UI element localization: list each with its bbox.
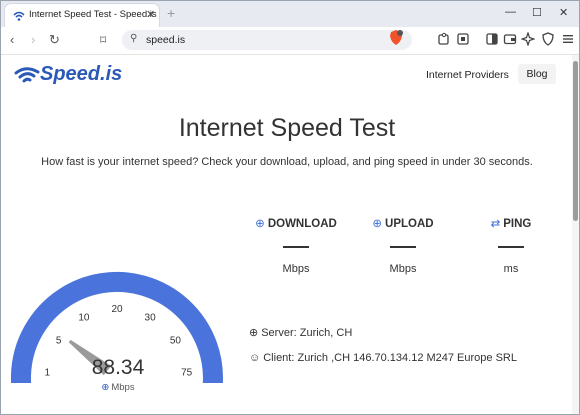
bookmark-icon[interactable]: ⌑ xyxy=(100,32,106,48)
speed-unit-label: Mbps xyxy=(111,382,135,393)
leo-ai-icon[interactable] xyxy=(521,32,535,46)
web-page: Speed.is Internet Providers Blog Interne… xyxy=(1,55,573,414)
download-stat: ⊕ DOWNLOAD Mbps xyxy=(241,216,351,275)
browser-window: Internet Speed Test - Speed.is ✕ + — ☐ ✕… xyxy=(0,0,580,415)
screenshot-icon[interactable] xyxy=(456,32,470,46)
gauge-tick-label: 1 xyxy=(45,368,51,379)
new-tab-button[interactable]: + xyxy=(167,5,175,21)
logo-text: Speed.is xyxy=(40,63,123,85)
user-icon: ☺ xyxy=(249,352,261,364)
download-small-icon: ⊕ xyxy=(101,382,110,393)
brave-shield-icon[interactable] xyxy=(389,30,403,46)
server-text: Server: Zurich, CH xyxy=(261,327,353,339)
wifi-favicon-icon xyxy=(13,11,25,21)
maximize-button[interactable]: ☐ xyxy=(532,6,542,19)
upload-icon: ⊕ xyxy=(372,218,383,230)
download-value xyxy=(283,246,309,248)
forward-icon[interactable]: › xyxy=(31,32,35,48)
client-info: ☺ Client: Zurich ,CH 146.70.134.12 M247 E… xyxy=(249,352,517,364)
page-scrollbar[interactable] xyxy=(572,55,579,414)
speed-reading: 88.34 xyxy=(91,356,145,379)
server-info: ⊕ Server: Zurich, CH xyxy=(249,326,352,339)
close-window-button[interactable]: ✕ xyxy=(559,6,568,19)
wallet-icon[interactable] xyxy=(503,32,517,46)
vpn-icon[interactable] xyxy=(541,32,555,46)
ping-value xyxy=(498,246,524,248)
page-title: Internet Speed Test xyxy=(178,114,396,142)
url-text: speed.is xyxy=(146,34,186,46)
upload-stat: ⊕ UPLOAD Mbps xyxy=(348,216,458,275)
download-unit: Mbps xyxy=(282,263,310,275)
address-bar[interactable]: ⚲ speed.is xyxy=(122,30,412,50)
menu-icon[interactable] xyxy=(561,32,575,46)
gauge-tick-label: 30 xyxy=(145,312,157,323)
reload-icon[interactable]: ↻ xyxy=(49,32,60,48)
tab-title: Internet Speed Test - Speed.is xyxy=(29,9,157,20)
speed-unit: ⊕ Mbps xyxy=(83,382,153,393)
page-subtitle: How fast is your internet speed? Check y… xyxy=(41,156,533,168)
tab-speed-test[interactable]: Internet Speed Test - Speed.is ✕ xyxy=(5,4,159,27)
gauge-tick-label: 50 xyxy=(170,335,182,346)
sidebar-icon[interactable] xyxy=(485,32,499,46)
upload-unit: Mbps xyxy=(389,263,417,275)
minimize-button[interactable]: — xyxy=(505,6,516,18)
ping-unit: ms xyxy=(503,263,519,275)
wifi-logo-icon xyxy=(14,67,40,83)
client-text: Client: Zurich ,CH 146.70.134.12 M247 Eu… xyxy=(263,352,517,364)
nav-internet-providers[interactable]: Internet Providers xyxy=(426,69,509,81)
globe-icon: ⊕ xyxy=(249,327,259,339)
speed-gauge: 0151020305075100 xyxy=(10,272,223,383)
nav-blog[interactable]: Blog xyxy=(518,64,556,84)
download-label: DOWNLOAD xyxy=(267,218,337,230)
tab-strip: Internet Speed Test - Speed.is ✕ + — ☐ ✕ xyxy=(1,1,579,27)
gauge-tick-label: 10 xyxy=(78,312,90,323)
download-icon: ⊕ xyxy=(255,218,265,230)
gauge-tick-label: 5 xyxy=(56,335,62,346)
ping-stat: ⇄ PING ms xyxy=(456,216,566,275)
ping-icon: ⇄ xyxy=(490,218,501,230)
upload-label: UPLOAD xyxy=(385,218,434,230)
extensions-icon[interactable] xyxy=(437,32,451,46)
gauge-tick-label: 20 xyxy=(111,304,123,315)
upload-value xyxy=(390,246,416,248)
scrollbar-thumb[interactable] xyxy=(573,61,578,221)
tab-close-icon[interactable]: ✕ xyxy=(146,8,155,21)
back-icon[interactable]: ‹ xyxy=(10,32,14,48)
ping-label: PING xyxy=(503,218,532,230)
site-info-icon[interactable]: ⚲ xyxy=(130,33,137,44)
gauge-tick-label: 75 xyxy=(181,368,193,379)
